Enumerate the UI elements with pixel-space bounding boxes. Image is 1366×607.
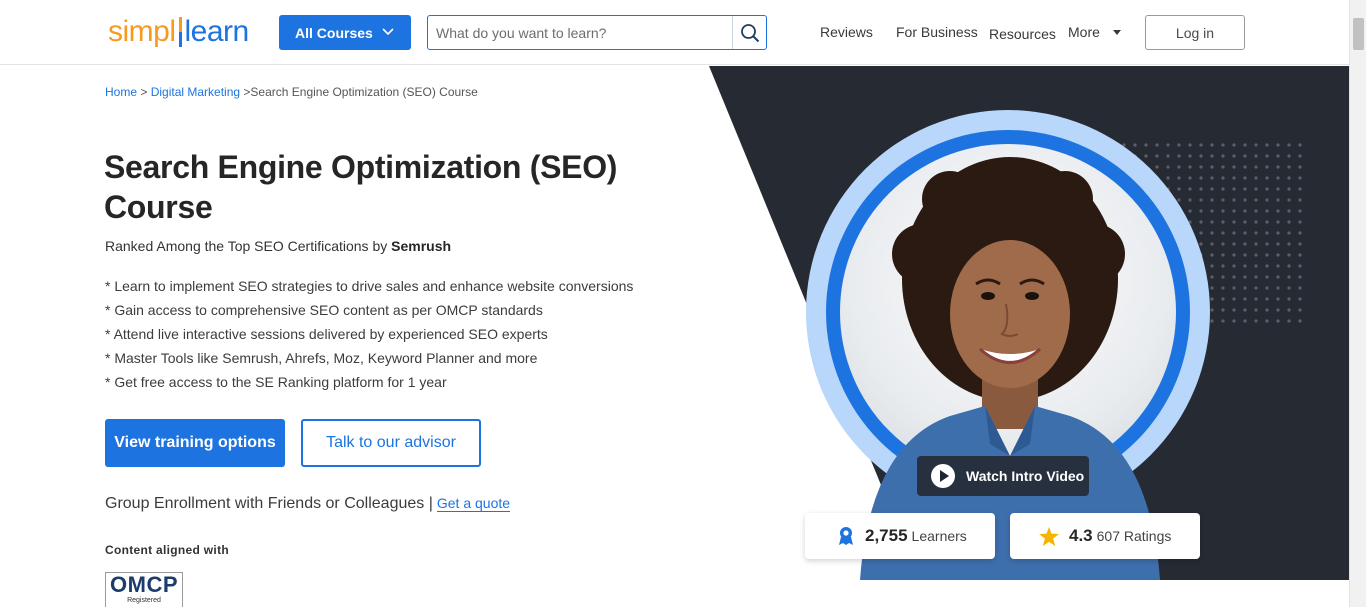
learner-badge-icon [837,526,855,546]
title-line-1: Search Engine Optimization (SEO) [104,149,618,185]
highlight-item: * Learn to implement SEO strategies to d… [105,278,634,294]
nav-more[interactable]: More [1068,24,1100,40]
search-button[interactable] [732,16,766,49]
all-courses-button[interactable]: All Courses [279,15,411,50]
all-courses-label: All Courses [295,24,373,41]
ranking-text: Ranked Among the Top SEO Certifications … [105,238,451,254]
breadcrumb-current: Search Engine Optimization (SEO) Course [250,85,478,99]
get-a-quote-link[interactable]: Get a quote [436,495,511,512]
omcp-logo-subtext: Registered [127,597,161,604]
omcp-logo-text: OMCP [110,572,178,597]
ranking-prefix: Ranked Among the Top SEO Certifications … [105,238,392,254]
ratings-count-label: 607 Ratings [1096,528,1172,544]
nav-for-business[interactable]: For Business [896,24,978,40]
learners-stat-card: 2,755 Learners [805,513,995,559]
highlight-item: * Master Tools like Semrush, Ahrefs, Moz… [105,350,538,366]
ranking-brand: Semrush [391,238,452,254]
breadcrumb-separator: > [137,85,151,99]
breadcrumb: Home > Digital Marketing >Search Engine … [105,85,478,99]
breadcrumb-separator: > [240,85,251,99]
content-aligned-label: Content aligned with [105,543,229,557]
watch-video-label: Watch Intro Video [966,468,1085,484]
rating-value: 4.3 [1069,526,1093,545]
omcp-logo: OMCP Registered [105,572,183,607]
search-icon [740,23,759,42]
logo-divider [178,17,182,47]
top-nav: simpllearn All Courses Reviews For Busin… [0,0,1349,65]
chevron-down-icon [382,28,394,36]
learners-label: Learners [911,528,967,544]
breadcrumb-home[interactable]: Home [105,85,137,99]
nav-reviews[interactable]: Reviews [820,24,873,40]
ratings-stat-card: 4.3 607 Ratings [1010,513,1200,559]
course-highlights-list: * Learn to implement SEO strategies to d… [105,278,633,398]
page-title: Search Engine Optimization (SEO) Course [104,147,664,227]
simplilearn-logo[interactable]: simpl learn [108,12,249,52]
logo-text-right: learn [184,15,250,48]
logo-text-left: simpl [108,15,176,48]
nav-resources[interactable]: Resources [989,26,1056,42]
learners-count: 2,755 [865,526,908,545]
search-bar [427,15,767,50]
breadcrumb-digital-marketing[interactable]: Digital Marketing [151,85,240,99]
search-input[interactable] [428,16,732,49]
login-button[interactable]: Log in [1145,15,1245,50]
play-icon [931,464,955,488]
talk-to-advisor-button[interactable]: Talk to our advisor [301,419,481,467]
highlight-item: * Attend live interactive sessions deliv… [105,326,548,342]
highlight-item: * Get free access to the SE Ranking plat… [105,374,447,390]
star-icon [1039,526,1059,546]
watch-intro-video-button[interactable]: Watch Intro Video [917,456,1089,496]
highlight-item: * Gain access to comprehensive SEO conte… [105,302,543,318]
group-enrollment-text: Group Enrollment with Friends or Colleag… [105,495,433,512]
group-enrollment: Group Enrollment with Friends or Colleag… [105,495,511,513]
scrollbar[interactable] [1349,0,1366,607]
title-line-2: Course [104,189,213,225]
view-training-options-button[interactable]: View training options [105,419,285,467]
caret-down-icon [1113,30,1121,35]
scrollbar-thumb[interactable] [1353,18,1364,50]
